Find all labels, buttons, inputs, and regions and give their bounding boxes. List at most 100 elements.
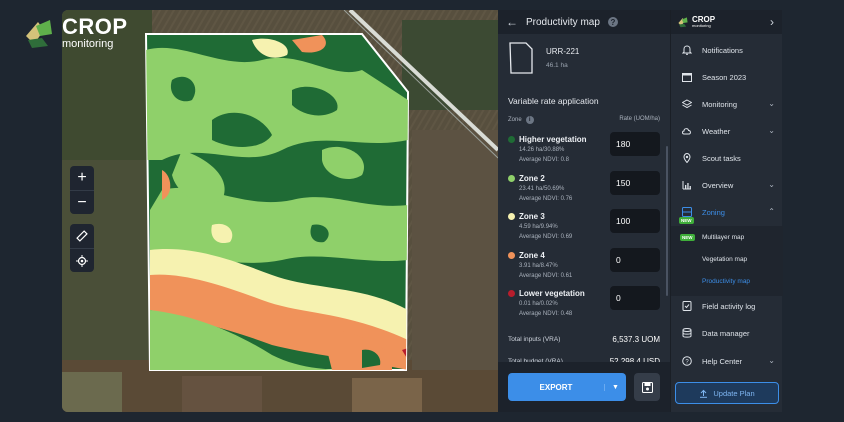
zoning-icon [681, 207, 692, 218]
panel-scrollbar[interactable] [666, 146, 668, 296]
map-view[interactable]: + − [62, 10, 498, 412]
update-plan-label: Update Plan [713, 388, 755, 398]
crop-logo-icon [678, 17, 688, 28]
map-controls: + − [70, 166, 94, 272]
zone-stats: 14.26 ha/30.88% [519, 147, 565, 153]
zone-color-dot [508, 251, 515, 259]
bar-chart-icon [681, 180, 692, 191]
collapse-chevron-icon[interactable]: › [770, 15, 774, 29]
zone-stats: 23.41 ha/50.69% [519, 185, 565, 192]
zone-ndvi: Average NDVI: 0.61 [519, 272, 573, 279]
nav-label: Overview [702, 180, 734, 190]
zone-color-dot [508, 213, 515, 220]
zone-name: Higher vegetation [519, 135, 587, 144]
export-dropdown-icon[interactable]: ▼ [604, 383, 626, 391]
tool-controls [70, 224, 94, 272]
nav-header: CROP monitoring › [671, 10, 782, 34]
field-card[interactable]: URR-221 46.1 ha [498, 34, 670, 82]
log-icon [681, 301, 692, 312]
sub-item-vegetation-map[interactable]: Vegetation map [671, 248, 783, 270]
nav-item-notifications[interactable]: Notifications [671, 38, 783, 62]
update-plan-button[interactable]: Update Plan [675, 382, 779, 404]
nav-item-season[interactable]: Season 2023 [671, 65, 783, 89]
section-title: Variable rate application [508, 96, 599, 106]
zone-stats: 4.59 ha/9.94% [519, 224, 558, 230]
zone-row: Zone 2 23.41 ha/50.69% Average NDVI: 0.7… [508, 170, 660, 210]
database-icon [681, 328, 692, 339]
new-badge: NEW [679, 217, 694, 224]
nav-brand-word2: monitoring [692, 23, 711, 28]
nav-label: Weather [702, 126, 731, 136]
sub-item-label: Multilayer map [702, 233, 745, 241]
zone-row: Lower vegetation 0.01 ha/0.02% Average N… [508, 286, 660, 325]
zoom-controls: + − [70, 166, 94, 214]
productivity-panel: ← Productivity map ? URR-221 46.1 ha Var… [498, 10, 670, 412]
zone-col-label: Zone [508, 117, 522, 123]
nav-label: Data manager [702, 328, 750, 338]
chevron-down-icon: ⌄ [768, 99, 775, 108]
bell-icon [681, 45, 692, 56]
zone-name: Zone 3 [519, 212, 545, 221]
panel-title: Productivity map [526, 16, 600, 28]
rate-col-label: Rate (UOM/ha) [619, 116, 660, 122]
nav-item-help-center[interactable]: ? Help Center ⌄ [671, 349, 783, 373]
zone-table-header: Zone i Rate (UOM/ha) [498, 112, 670, 128]
chevron-up-icon: ⌃ [768, 207, 775, 216]
nav-label: Help Center [702, 356, 743, 366]
zone-name: Lower vegetation [519, 289, 585, 298]
nav-label: Scout tasks [702, 153, 741, 163]
nav-label: Field activity log [702, 301, 756, 311]
info-icon[interactable]: i [525, 116, 534, 124]
nav-brand[interactable]: CROP monitoring [677, 16, 715, 28]
zone-name: Zone 4 [519, 250, 545, 260]
brand-logo[interactable]: CROP monitoring [22, 16, 128, 50]
zone-color-dot [508, 136, 515, 143]
zone-rate-input[interactable]: 0 [610, 247, 660, 272]
total-inputs-row: Total inputs (VRA) 6,537.3 UOM [508, 329, 660, 351]
layers-icon [681, 99, 692, 110]
brand-word2: monitoring [62, 38, 114, 50]
brand-wordmark: CROP monitoring [62, 16, 128, 50]
sub-item-productivity-map[interactable]: Productivity map [671, 270, 783, 292]
back-arrow-icon[interactable]: ← [506, 15, 518, 29]
zoning-submenu: Multilayer map NEW Vegetation map Produc… [671, 226, 783, 296]
help-icon: ? [681, 356, 692, 367]
save-icon[interactable] [634, 373, 660, 401]
nav-item-weather[interactable]: Weather ⌄ [671, 119, 783, 143]
zoom-out-button[interactable]: − [70, 190, 94, 214]
zone-rate-input[interactable]: 180 [610, 132, 660, 156]
help-icon[interactable]: ? [607, 17, 618, 27]
zone-name: Zone 2 [519, 173, 545, 183]
upload-icon [700, 389, 708, 398]
zone-rate-input[interactable]: 0 [610, 286, 660, 310]
crop-logo-icon [26, 20, 52, 48]
side-nav: CROP monitoring › Notifications Season 2… [670, 10, 783, 412]
zoom-in-button[interactable]: + [70, 166, 94, 190]
sub-item-label: Productivity map [702, 277, 751, 285]
satellite-field-map[interactable] [62, 10, 498, 412]
calendar-icon [681, 72, 692, 83]
nav-item-scout-tasks[interactable]: Scout tasks [671, 146, 783, 170]
nav-item-data-manager[interactable]: Data manager [671, 321, 783, 345]
nav-label: Notifications [702, 45, 743, 55]
zone-ndvi: Average NDVI: 0.48 [519, 311, 573, 317]
total-label: Total inputs (VRA) [508, 336, 561, 343]
brand-word1: CROP [62, 14, 128, 39]
field-shape-icon [509, 42, 533, 74]
nav-item-monitoring[interactable]: Monitoring ⌄ [671, 92, 783, 116]
zone-stats: 0.01 ha/0.02% [519, 301, 558, 307]
zone-ndvi: Average NDVI: 0.69 [519, 234, 573, 240]
nav-item-field-activity-log[interactable]: Field activity log [671, 294, 783, 318]
field-area: 46.1 ha [546, 62, 568, 69]
zone-rate-input[interactable]: 100 [610, 209, 660, 233]
nav-label: Monitoring [702, 99, 738, 109]
nav-item-overview[interactable]: Overview ⌄ [671, 173, 783, 197]
zone-color-dot [508, 174, 515, 182]
ruler-icon[interactable] [70, 224, 94, 248]
nav-label: Zoning [702, 207, 725, 217]
zone-list: Higher vegetation 14.26 ha/30.88% Averag… [498, 128, 670, 325]
export-button[interactable]: EXPORT ▼ [508, 373, 626, 401]
zone-rate-input[interactable]: 150 [610, 170, 660, 195]
locate-icon[interactable] [70, 248, 94, 272]
export-label: EXPORT [539, 382, 573, 392]
